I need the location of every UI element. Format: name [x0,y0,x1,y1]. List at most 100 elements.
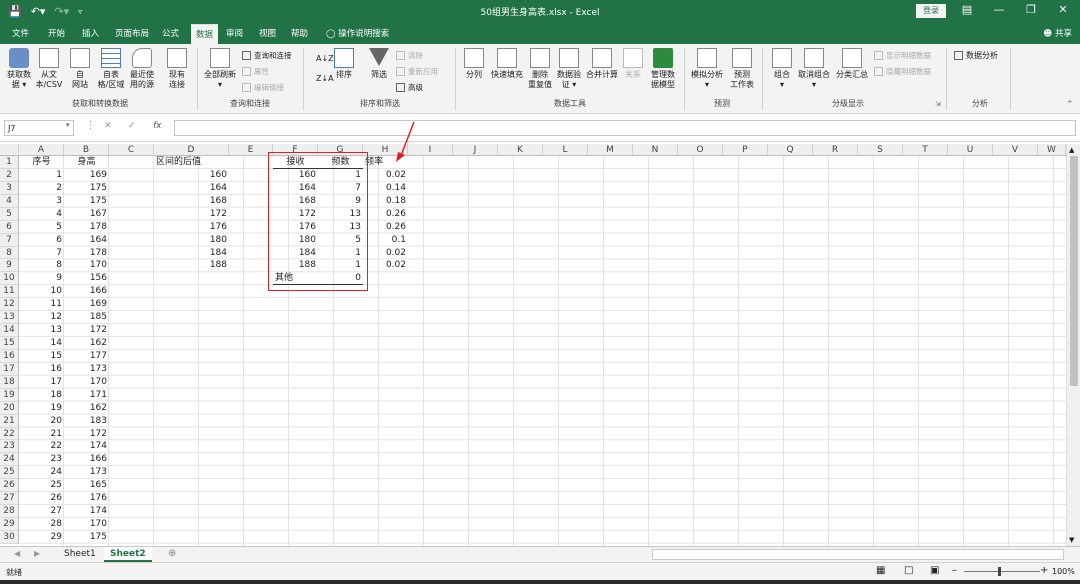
row-header[interactable]: 19 [0,388,19,402]
cell-D1[interactable]: 区间的后值 [154,156,229,169]
cell-D8[interactable]: 184 [154,247,229,260]
cell-B20[interactable]: 162 [64,402,109,415]
filter-button[interactable]: 筛选 [366,48,392,80]
normal-view-icon[interactable]: ▦ [876,565,885,576]
cell-A6[interactable]: 5 [19,221,64,234]
existing-connections-button[interactable]: 现有 连接 [162,48,192,90]
cell-A2[interactable]: 1 [19,169,64,182]
collapse-ribbon-icon[interactable]: ⌃ [1066,100,1074,110]
cell-A3[interactable]: 2 [19,182,64,195]
add-sheet-icon[interactable]: ⊕ [168,548,176,559]
row-header[interactable]: 28 [0,505,19,519]
next-sheet-icon[interactable]: ▶ [34,549,40,558]
column-header[interactable]: V [993,144,1038,156]
data-analysis-button[interactable]: 数据分析 [954,50,998,61]
tab-help[interactable]: 帮助 [291,27,308,39]
advanced-button[interactable]: 高级 [396,82,423,93]
cell-A18[interactable]: 17 [19,376,64,389]
group-button[interactable]: 组合 ▾ [770,48,794,90]
cell-A21[interactable]: 20 [19,415,64,428]
row-header[interactable]: 16 [0,349,19,363]
cell-H8[interactable]: 0.02 [363,247,408,260]
prev-sheet-icon[interactable]: ◀ [14,549,20,558]
cell-B24[interactable]: 166 [64,453,109,466]
edit-links-button[interactable]: 编辑链接 [242,82,284,93]
cell-A30[interactable]: 29 [19,531,64,544]
sheet-tab-sheet2[interactable]: Sheet2 [104,547,152,562]
select-all-corner[interactable] [0,144,19,156]
column-header[interactable]: N [633,144,678,156]
row-header[interactable]: 29 [0,518,19,531]
cell-H2[interactable]: 0.02 [363,169,408,182]
cell-B6[interactable]: 178 [64,221,109,234]
row-header[interactable]: 9 [0,259,19,273]
refresh-all-button[interactable]: 全部刷新 ▾ [200,48,240,90]
cell-B28[interactable]: 174 [64,505,109,518]
cell-B29[interactable]: 170 [64,518,109,531]
cell-A29[interactable]: 28 [19,518,64,531]
row-header[interactable]: 1 [0,156,19,169]
cell-B30[interactable]: 175 [64,531,109,544]
cell-B27[interactable]: 176 [64,492,109,505]
zoom-in-icon[interactable]: + [1040,565,1048,576]
column-header[interactable]: R [813,144,858,156]
cell-H9[interactable]: 0.02 [363,259,408,272]
cell-A4[interactable]: 3 [19,195,64,208]
row-header[interactable]: 21 [0,414,19,428]
cell-A1[interactable]: 序号 [19,156,64,169]
clear-button[interactable]: 清除 [396,50,423,61]
tab-insert[interactable]: 插入 [82,27,99,39]
what-if-button[interactable]: 模拟分析 ▾ [688,48,726,90]
tab-page-layout[interactable]: 页面布局 [115,27,149,39]
sheet-tab-sheet1[interactable]: Sheet1 [58,547,102,562]
row-header[interactable]: 12 [0,298,19,312]
cell-B26[interactable]: 165 [64,479,109,492]
cell-A23[interactable]: 22 [19,440,64,453]
restore-icon[interactable]: ❐ [1022,3,1040,16]
row-header[interactable]: 23 [0,440,19,454]
row-header[interactable]: 26 [0,479,19,493]
cell-H5[interactable]: 0.26 [363,208,408,221]
from-text-button[interactable]: 从文 本/CSV [34,48,64,90]
cell-A27[interactable]: 26 [19,492,64,505]
cell-A8[interactable]: 7 [19,247,64,260]
column-header[interactable]: A [19,144,64,156]
column-header[interactable]: U [948,144,993,156]
recent-sources-button[interactable]: 最近使 用的源 [126,48,158,90]
row-header[interactable]: 3 [0,181,19,195]
cell-B15[interactable]: 162 [64,337,109,350]
row-header[interactable]: 17 [0,362,19,376]
cell-A24[interactable]: 23 [19,453,64,466]
row-header[interactable]: 27 [0,492,19,506]
reapply-button[interactable]: 重新应用 [396,66,438,77]
zoom-out-icon[interactable]: – [952,565,957,576]
cancel-icon[interactable]: ✕ [104,121,112,131]
cell-B5[interactable]: 167 [64,208,109,221]
minimize-icon[interactable]: — [990,3,1008,16]
cell-B16[interactable]: 177 [64,350,109,363]
row-header[interactable]: 6 [0,220,19,234]
row-header[interactable]: 20 [0,401,19,415]
name-box-dropdown-icon[interactable]: ▾ [66,121,70,129]
cell-D9[interactable]: 188 [154,259,229,272]
column-header[interactable]: K [498,144,543,156]
flash-fill-button[interactable]: 快速填充 [488,48,526,80]
scroll-up-icon[interactable]: ▲ [1069,146,1074,154]
ungroup-button[interactable]: 取消组合 ▾ [796,48,832,90]
cell-B11[interactable]: 166 [64,285,109,298]
row-header[interactable]: 13 [0,311,19,325]
cell-H6[interactable]: 0.26 [363,221,408,234]
sort-button[interactable]: 排序 [333,48,355,80]
cell-B4[interactable]: 175 [64,195,109,208]
cell-A10[interactable]: 9 [19,272,64,285]
row-header[interactable]: 10 [0,272,19,286]
from-web-button[interactable]: 自网站 [66,48,94,90]
column-header[interactable]: D [154,144,229,156]
row-header[interactable]: 22 [0,427,19,441]
column-header[interactable]: T [903,144,948,156]
column-header[interactable]: M [588,144,633,156]
relationships-button[interactable]: 关系 [622,48,644,80]
cell-D5[interactable]: 172 [154,208,229,221]
page-layout-view-icon[interactable]: □ [904,565,913,576]
cell-A12[interactable]: 11 [19,298,64,311]
